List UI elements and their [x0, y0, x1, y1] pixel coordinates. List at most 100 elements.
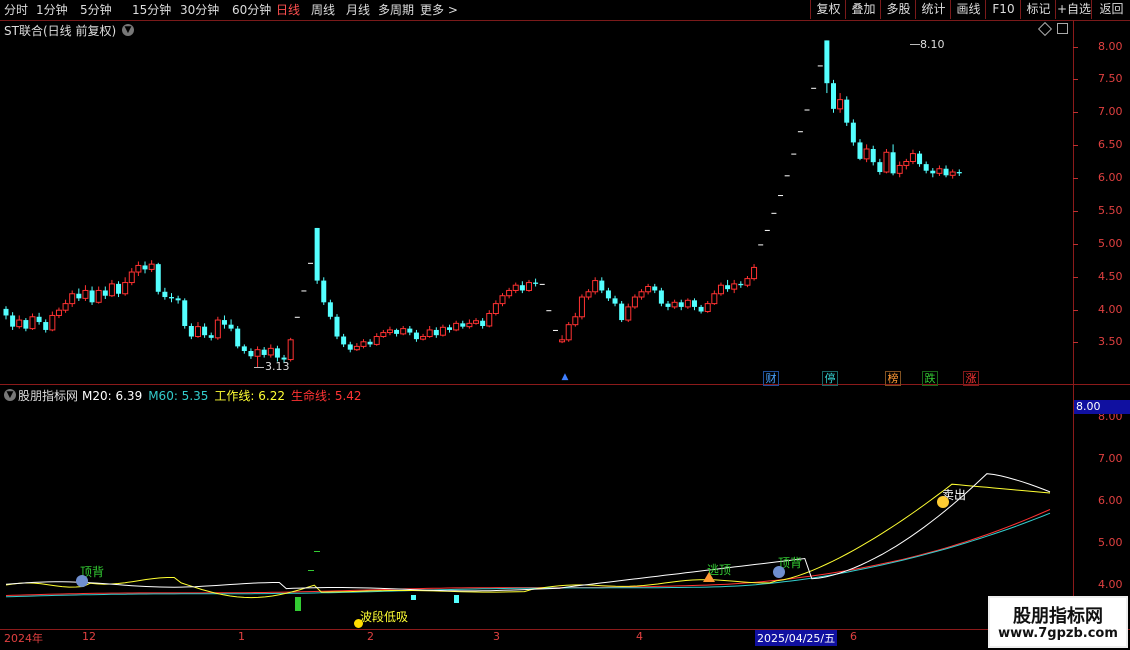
price-tick	[1073, 342, 1078, 343]
price-tick	[1073, 79, 1078, 80]
toolbar-button-8[interactable]: 返回	[1091, 0, 1130, 19]
toolbar-button-5[interactable]: F10	[985, 0, 1021, 19]
toolbar-button-0[interactable]: 复权	[810, 0, 846, 19]
date-label-jun: 6	[850, 630, 857, 643]
toolbar-button-6[interactable]: 标记	[1020, 0, 1056, 19]
candle-body	[638, 291, 645, 298]
toolbar-button-4[interactable]: 画线	[950, 0, 986, 19]
indicator-bar	[314, 551, 320, 552]
candle-body	[572, 316, 579, 326]
candle-body	[274, 348, 280, 358]
toolbar-button-2[interactable]: 多股	[880, 0, 916, 19]
candle-body	[559, 339, 566, 343]
event-tag-suspend[interactable]: 停	[822, 371, 838, 386]
candle-body	[301, 290, 307, 292]
period-tab-1[interactable]: 1分钟	[36, 2, 68, 18]
candlestick-chart	[3, 40, 962, 368]
period-tab-5[interactable]: 60分钟	[232, 2, 271, 18]
indicator-tick-label: 7.00	[1098, 452, 1123, 465]
candle-body	[308, 262, 314, 264]
date-label-dec: 12	[82, 630, 96, 643]
price-tick	[1073, 310, 1078, 311]
candle-body	[949, 171, 956, 176]
candle-body	[565, 324, 572, 341]
candle-body	[525, 282, 532, 291]
candle-body	[744, 278, 751, 286]
candle-body	[95, 289, 102, 303]
price-tick	[1073, 244, 1078, 245]
indicator-tick-label: 5.00	[1098, 536, 1123, 549]
indicator-bar	[411, 595, 416, 600]
period-tab-4[interactable]: 30分钟	[180, 2, 219, 18]
period-tab-8[interactable]: 月线	[346, 2, 370, 18]
candle-body	[228, 324, 234, 329]
candle-body	[341, 336, 347, 345]
candle-body	[797, 131, 803, 133]
candle-body	[671, 301, 678, 308]
price-tick-label: 6.50	[1098, 138, 1123, 151]
candle-body	[321, 280, 327, 303]
event-tag-rank[interactable]: 榜	[885, 371, 901, 386]
date-label-year: 2024年	[4, 632, 43, 645]
event-tag-finance[interactable]: 财	[763, 371, 779, 386]
event-arrow-icon[interactable]: ▲	[558, 371, 572, 384]
candle-body	[360, 341, 367, 347]
candle-body	[36, 316, 42, 323]
candle-body	[162, 291, 168, 298]
candle-body	[16, 319, 23, 328]
candle-body	[169, 297, 174, 299]
price-tick-label: 4.00	[1098, 303, 1123, 316]
candle-body	[188, 325, 194, 337]
period-tab-0[interactable]: 分时	[4, 2, 28, 18]
candle-body	[175, 298, 181, 301]
candle-body	[214, 319, 221, 339]
toolbar-button-1[interactable]: 叠加	[845, 0, 881, 19]
candle-body	[492, 303, 499, 314]
candle-body	[784, 175, 790, 177]
candle-body	[751, 266, 758, 280]
candle-body	[89, 290, 95, 303]
candle-body	[221, 320, 227, 325]
watermark: 股朋指标网 www.7gpzb.com	[988, 596, 1128, 648]
candle-body	[82, 289, 89, 299]
candle-body	[824, 40, 830, 84]
candle-body	[665, 303, 671, 307]
period-tab-6[interactable]: 日线	[276, 2, 300, 18]
candle-body	[578, 296, 585, 318]
signal-escape-arrow-icon	[703, 572, 715, 582]
candle-body	[148, 263, 155, 270]
candle-body	[108, 283, 115, 297]
event-tag-down[interactable]: 跌	[922, 371, 938, 386]
date-label-mar: 3	[493, 630, 500, 643]
period-tab-7[interactable]: 周线	[311, 2, 335, 18]
candle-body	[420, 336, 427, 340]
toolbar-button-3[interactable]: 统计	[915, 0, 951, 19]
period-tab-3[interactable]: 15分钟	[132, 2, 171, 18]
price-tick-label: 6.00	[1098, 171, 1123, 184]
low-price-pointer	[254, 367, 264, 368]
candle-body	[923, 164, 929, 171]
candle-body	[235, 328, 241, 347]
candle-body	[758, 244, 764, 246]
candle-body	[956, 172, 962, 174]
indicator-life-line	[5, 509, 1051, 596]
candle-body	[717, 284, 724, 295]
price-tick-label: 7.50	[1098, 72, 1123, 85]
period-tab-10[interactable]: 更多 >	[420, 2, 458, 18]
candle-body	[725, 285, 731, 290]
indicator-tick-label: 6.00	[1098, 494, 1123, 507]
period-tab-9[interactable]: 多周期	[378, 2, 414, 18]
candle-body	[612, 298, 618, 304]
candle-body	[684, 299, 691, 308]
event-tag-up[interactable]: 涨	[963, 371, 979, 386]
candle-body	[128, 271, 135, 284]
toolbar-button-7[interactable]: +自选	[1055, 0, 1092, 19]
candle-body	[652, 286, 658, 291]
candle-body	[771, 212, 777, 214]
candle-body	[585, 291, 592, 298]
price-tick-label: 5.50	[1098, 204, 1123, 217]
price-tick-label: 7.00	[1098, 105, 1123, 118]
signal-band-low-buy: 波段低吸	[360, 610, 409, 624]
period-tab-2[interactable]: 5分钟	[80, 2, 112, 18]
candle-body	[294, 316, 300, 318]
